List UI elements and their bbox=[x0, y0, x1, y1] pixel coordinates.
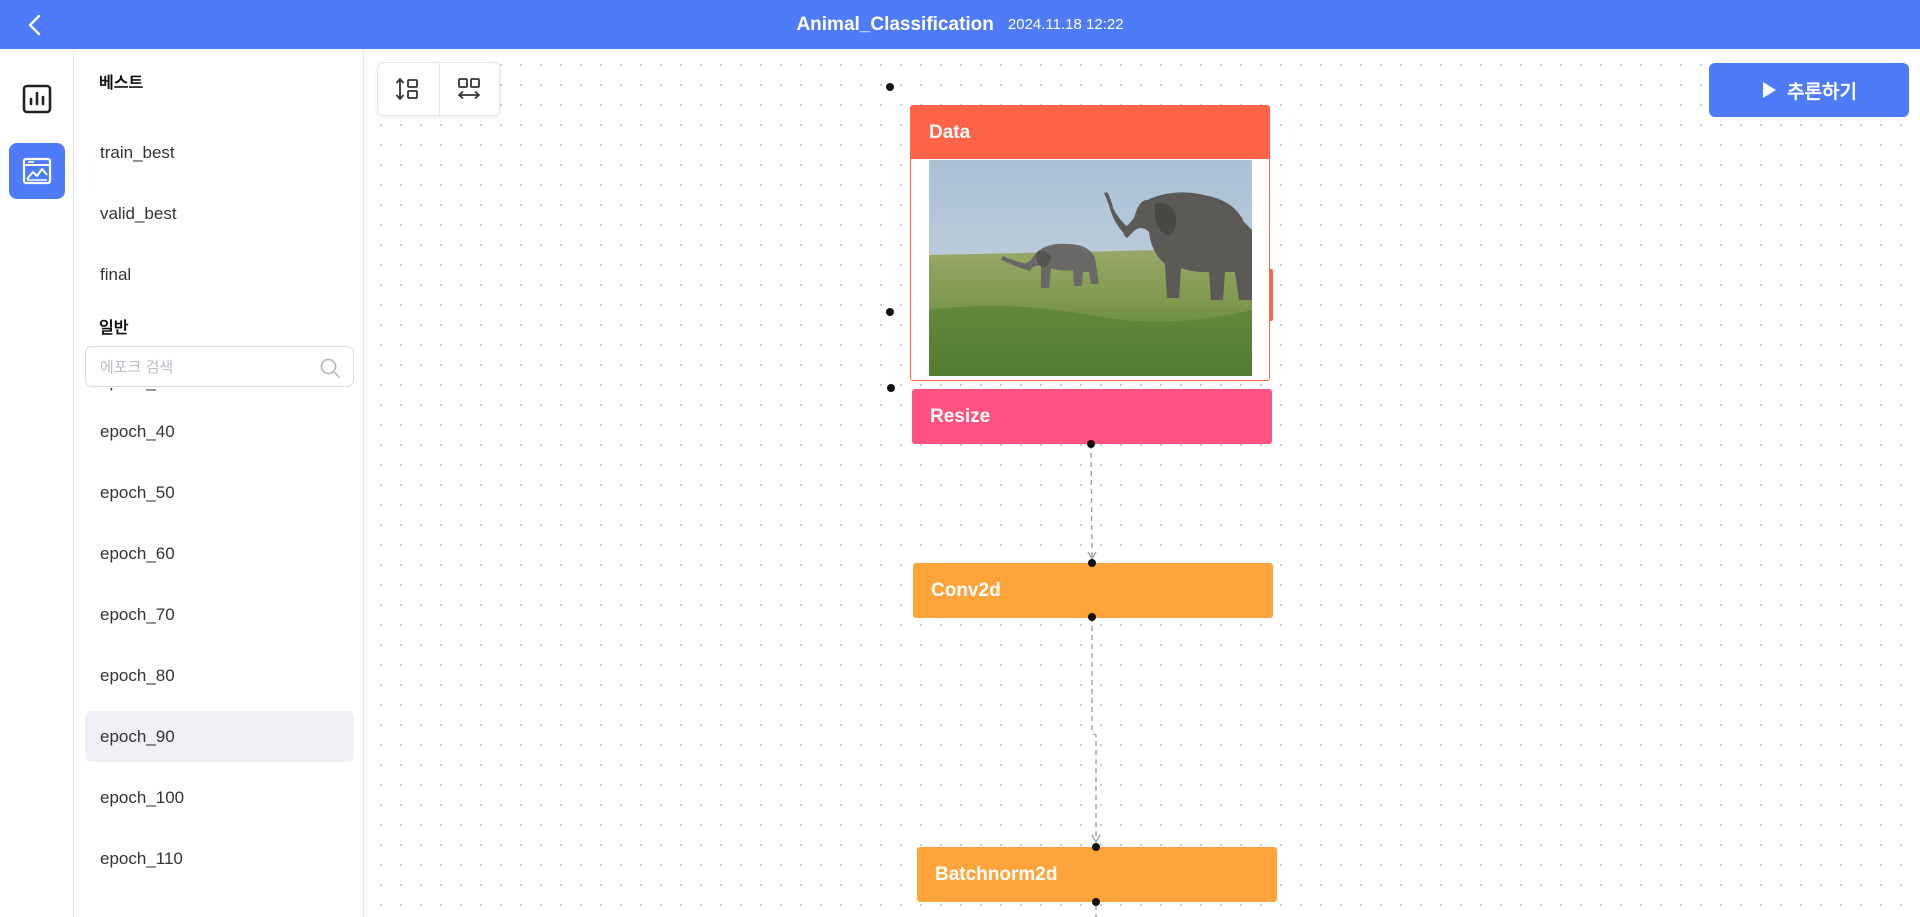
epoch-search-box bbox=[85, 346, 354, 387]
title-wrap: Animal_Classification 2024.11.18 12:22 bbox=[0, 0, 1920, 49]
graph-canvas[interactable]: 추론하기 Data Resize Conv2d Batchnorm2d bbox=[365, 49, 1920, 917]
layout-toolbar bbox=[377, 62, 500, 116]
rail-chart-button[interactable] bbox=[9, 71, 65, 127]
bar-chart-icon bbox=[22, 84, 52, 114]
project-datetime: 2024.11.18 12:22 bbox=[1007, 16, 1124, 33]
node-batchnorm2d[interactable]: Batchnorm2d bbox=[917, 847, 1277, 902]
icon-rail bbox=[0, 49, 74, 917]
checkpoint-item-train-best[interactable]: train_best bbox=[85, 127, 354, 178]
node-conv2d[interactable]: Conv2d bbox=[913, 563, 1273, 618]
play-icon bbox=[1763, 82, 1777, 98]
node-conv2d-title: Conv2d bbox=[931, 579, 1001, 601]
list-item[interactable]: epoch_110 bbox=[85, 833, 354, 884]
node-conv2d-input-handle[interactable] bbox=[1088, 559, 1096, 567]
node-data-input-handle[interactable] bbox=[886, 83, 894, 91]
vertical-layout-icon bbox=[396, 78, 419, 100]
best-section-title: 베스트 bbox=[99, 75, 144, 92]
top-bar: Animal_Classification 2024.11.18 12:22 bbox=[0, 0, 1920, 49]
list-item[interactable]: epoch_60 bbox=[85, 528, 354, 579]
list-item-selected[interactable]: epoch_90 bbox=[85, 711, 354, 762]
run-inference-label: 추론하기 bbox=[1787, 81, 1857, 103]
node-data-side-handle[interactable] bbox=[1269, 269, 1273, 321]
search-icon[interactable] bbox=[319, 357, 341, 379]
edge-resize-conv2d bbox=[1087, 443, 1097, 561]
list-item[interactable]: epoch_70 bbox=[85, 589, 354, 640]
node-conv2d-output-handle[interactable] bbox=[1088, 613, 1096, 621]
checkpoint-item-valid-best[interactable]: valid_best bbox=[85, 188, 354, 239]
back-button[interactable] bbox=[22, 11, 50, 39]
list-item[interactable]: epoch_50 bbox=[85, 467, 354, 518]
node-batchnorm2d-title: Batchnorm2d bbox=[935, 863, 1058, 885]
node-batchnorm2d-output-handle[interactable] bbox=[1092, 898, 1100, 906]
run-inference-button[interactable]: 추론하기 bbox=[1709, 63, 1909, 117]
list-item[interactable]: epoch_40 bbox=[85, 406, 354, 457]
list-item[interactable]: epoch_80 bbox=[85, 650, 354, 701]
node-resize[interactable]: Resize bbox=[912, 389, 1272, 444]
node-data-title: Data bbox=[911, 106, 1269, 159]
rail-gallery-button[interactable] bbox=[9, 143, 65, 199]
list-item[interactable]: epoch_30 bbox=[85, 388, 354, 407]
node-data[interactable]: Data bbox=[910, 105, 1270, 381]
checkpoint-item-final[interactable]: final bbox=[85, 249, 354, 300]
node-batchnorm2d-input-handle[interactable] bbox=[1092, 843, 1100, 851]
chevron-left-icon bbox=[28, 14, 41, 36]
node-resize-title: Resize bbox=[930, 405, 991, 427]
project-title: Animal_Classification bbox=[796, 13, 994, 35]
image-gallery-icon bbox=[22, 157, 52, 185]
edge-conv2d-batchnorm bbox=[1091, 617, 1101, 844]
general-section-title: 일반 bbox=[99, 320, 129, 337]
horizontal-layout-button[interactable] bbox=[438, 63, 500, 115]
vertical-layout-button[interactable] bbox=[378, 63, 439, 115]
epoch-list: epoch_30 epoch_40 epoch_50 epoch_60 epoc… bbox=[75, 388, 363, 917]
node-resize-output-handle[interactable] bbox=[1087, 440, 1095, 448]
elephants-photo bbox=[929, 160, 1252, 376]
node-data-output-handle[interactable] bbox=[886, 308, 894, 316]
list-item[interactable]: epoch_100 bbox=[85, 772, 354, 823]
epoch-search-input[interactable] bbox=[100, 356, 310, 378]
horizontal-layout-icon bbox=[458, 78, 481, 100]
checkpoint-sidebar: 베스트 train_best valid_best final 일반 epoch… bbox=[75, 49, 364, 917]
node-resize-input-handle[interactable] bbox=[887, 384, 895, 392]
